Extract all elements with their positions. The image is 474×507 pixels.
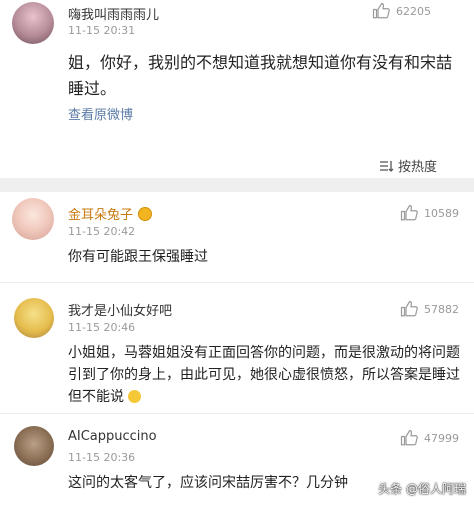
avatar[interactable] bbox=[14, 426, 54, 466]
thumbs-up-icon bbox=[400, 300, 418, 317]
comment-text: 你有可能跟王保强睡过 bbox=[68, 249, 208, 265]
post-time: 11-15 20:31 bbox=[68, 24, 136, 37]
comment-username[interactable]: 金耳朵兔子 bbox=[68, 204, 153, 223]
thumbs-up-icon bbox=[372, 2, 390, 19]
avatar[interactable] bbox=[12, 2, 54, 44]
sort-by-hot-button[interactable]: 按热度 bbox=[378, 156, 437, 175]
like-button[interactable]: 57882 bbox=[400, 300, 459, 318]
comment-time: 11-15 20:36 bbox=[68, 451, 136, 464]
like-button[interactable]: 47999 bbox=[400, 429, 459, 447]
avatar[interactable] bbox=[14, 298, 54, 338]
comment-time: 11-15 20:46 bbox=[68, 321, 136, 334]
like-count: 62205 bbox=[396, 4, 431, 18]
like-button[interactable]: 62205 bbox=[372, 2, 431, 20]
divider bbox=[0, 282, 474, 283]
smile-emoji-icon bbox=[128, 390, 142, 403]
gold-badge-icon bbox=[138, 206, 153, 221]
thumbs-up-icon bbox=[400, 204, 418, 221]
thumbs-up-icon bbox=[400, 429, 418, 446]
avatar[interactable] bbox=[12, 198, 54, 240]
post-username[interactable]: 嗨我叫雨雨雨儿 bbox=[68, 4, 159, 23]
watermark-text: 头条 @俗人阿瑞 bbox=[378, 482, 466, 496]
like-count: 57882 bbox=[424, 302, 459, 316]
watermark: 头条 @俗人阿瑞 bbox=[378, 480, 466, 497]
like-count: 10589 bbox=[424, 206, 459, 220]
view-original-link[interactable]: 查看原微博 bbox=[68, 104, 133, 123]
like-count: 47999 bbox=[424, 431, 459, 445]
comment-text: 小姐姐，马蓉姐姐没有正面回答你的问题，而是很激动的将问题引到了你的身上，由此可见… bbox=[68, 345, 460, 405]
comment-username[interactable]: AICappuccino bbox=[68, 429, 157, 444]
original-post: 嗨我叫雨雨雨儿 11-15 20:31 62205 姐，你好，我别的不想知道我就… bbox=[0, 0, 474, 178]
like-button[interactable]: 10589 bbox=[400, 204, 459, 222]
divider bbox=[0, 413, 474, 414]
comment-time: 11-15 20:42 bbox=[68, 225, 136, 238]
post-text: 姐，你好，我别的不想知道我就想知道你有没有和宋喆睡过。 bbox=[68, 53, 453, 98]
sort-icon bbox=[380, 160, 394, 172]
sort-label: 按热度 bbox=[398, 160, 438, 175]
section-divider bbox=[0, 178, 474, 192]
comment-username[interactable]: 我才是小仙女好吧 bbox=[68, 300, 172, 319]
